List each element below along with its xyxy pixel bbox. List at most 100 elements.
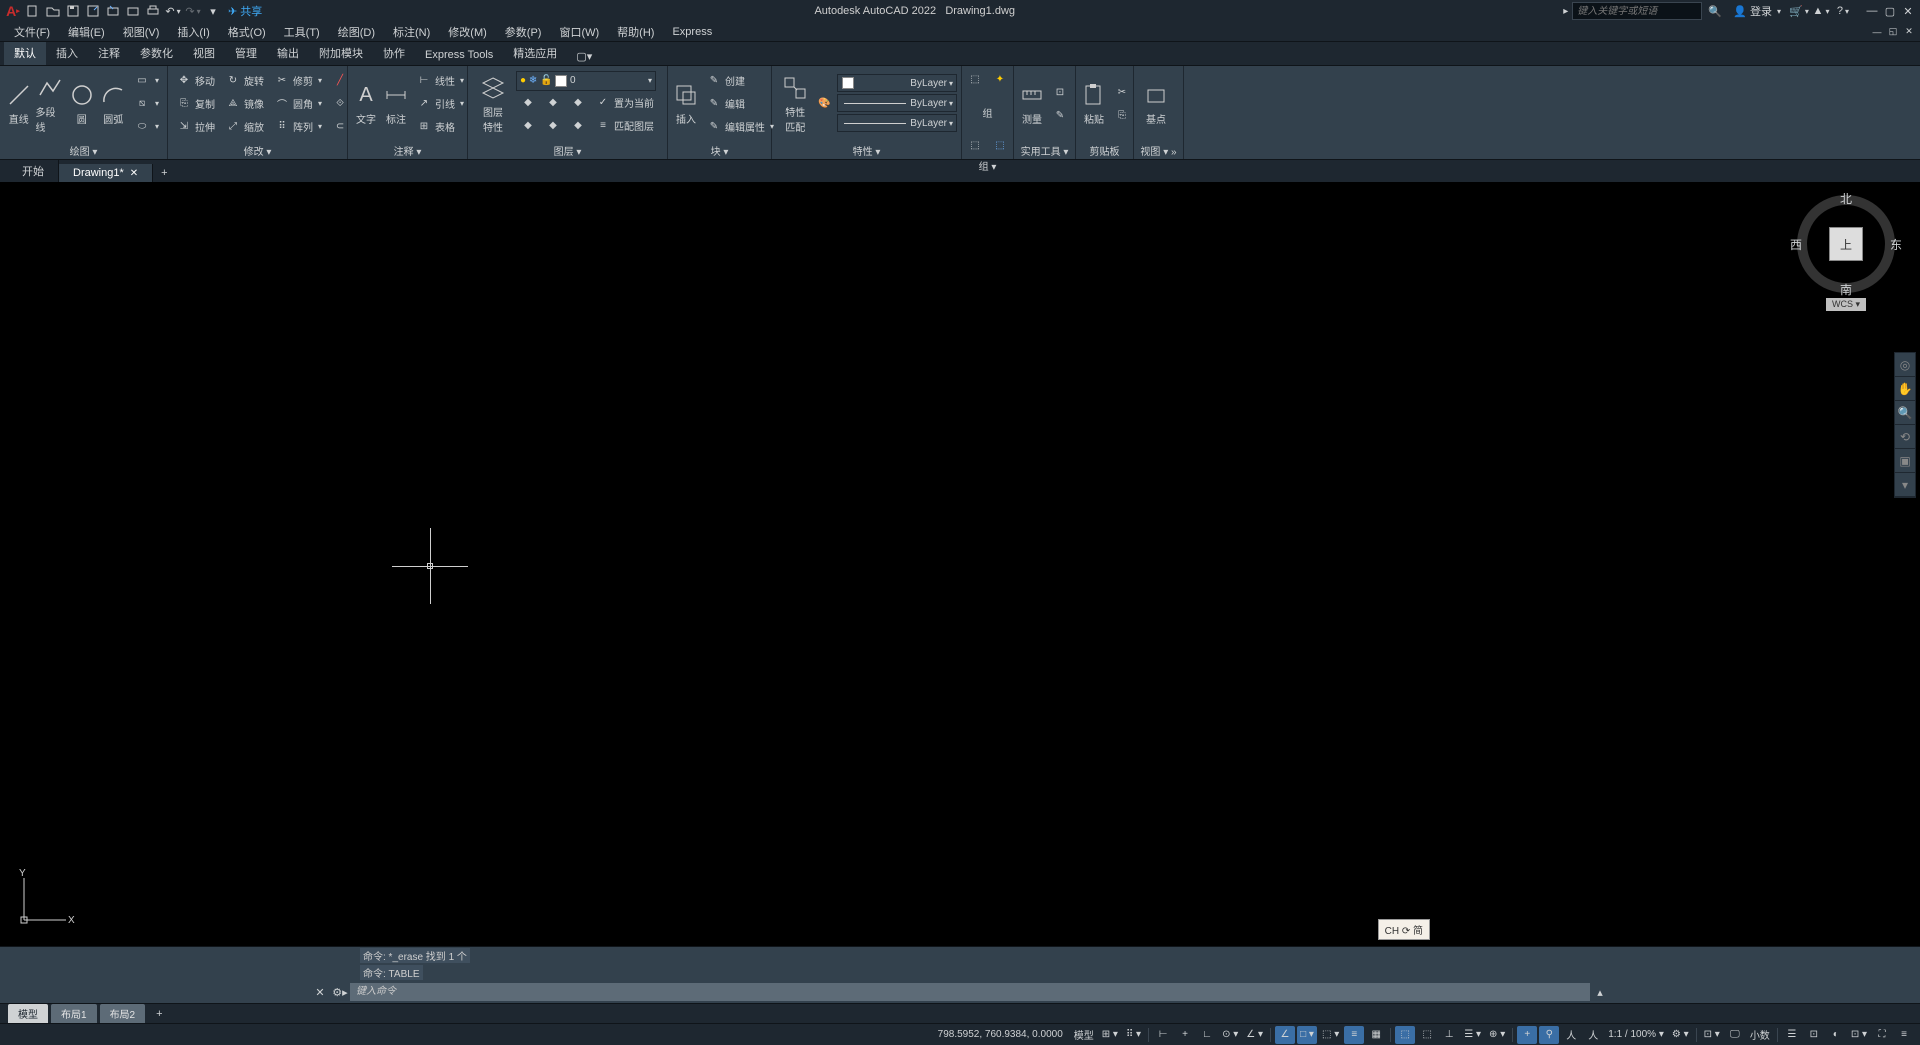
undo-icon[interactable]: ↶▾ xyxy=(164,2,182,20)
viewcube-east[interactable]: 东 xyxy=(1890,236,1902,253)
panel-modify-title[interactable]: 修改 ▾ xyxy=(168,141,347,159)
new-icon[interactable] xyxy=(24,2,42,20)
menu-draw[interactable]: 绘图(D) xyxy=(330,22,383,42)
command-input[interactable] xyxy=(350,983,1590,1001)
ribbon-tab-view[interactable]: 视图 xyxy=(183,41,225,65)
search-icon[interactable]: 🔍 xyxy=(1706,2,1724,20)
view-cube[interactable]: 上 北 南 东 西 WCS ▾ xyxy=(1796,194,1896,311)
status-snap-icon[interactable]: ⠿ ▾ xyxy=(1123,1026,1144,1044)
nav-pan-icon[interactable]: ✋ xyxy=(1895,377,1915,401)
panel-properties-title[interactable]: 特性 ▾ xyxy=(772,141,961,159)
array-button[interactable]: ⠿阵列▾ xyxy=(270,116,326,138)
status-polar-icon[interactable]: ⊙ ▾ xyxy=(1219,1026,1241,1044)
panel-group-title[interactable]: 组 ▾ xyxy=(962,158,1013,173)
layer-tool-1[interactable]: ◆ xyxy=(516,92,540,114)
paste-button[interactable]: 粘贴 xyxy=(1080,70,1108,138)
command-options-button[interactable]: ⚙▸ xyxy=(330,986,350,999)
rectangle-button[interactable]: ▭▾ xyxy=(130,70,163,92)
layer-tool-2[interactable]: ◆ xyxy=(541,92,565,114)
redo-icon[interactable]: ↷▾ xyxy=(184,2,202,20)
web-save-icon[interactable] xyxy=(124,2,142,20)
base-button[interactable]: 基点 xyxy=(1138,70,1174,138)
menu-modify[interactable]: 修改(M) xyxy=(440,22,495,42)
group-tool-4[interactable]: ⬚ xyxy=(988,134,1012,156)
status-gear-icon[interactable]: ⚙ ▾ xyxy=(1669,1026,1692,1044)
ribbon-tab-output[interactable]: 输出 xyxy=(267,41,309,65)
app-logo[interactable]: A▸ xyxy=(4,2,22,20)
print-icon[interactable] xyxy=(144,2,162,20)
rotate-button[interactable]: ↻旋转 xyxy=(221,70,268,92)
status-gizmo-icon[interactable]: ⊕ ▾ xyxy=(1486,1026,1508,1044)
scale-button[interactable]: ⤢缩放 xyxy=(221,116,268,138)
block-create-button[interactable]: ✎创建 xyxy=(702,70,778,92)
layout-tab-model[interactable]: 模型 xyxy=(8,1004,48,1023)
status-transparency-icon[interactable]: ▦ xyxy=(1366,1026,1386,1044)
mdi-restore-button[interactable]: ◱ xyxy=(1886,25,1900,39)
nav-zoom-icon[interactable]: 🔍 xyxy=(1895,401,1915,425)
measure-button[interactable]: 测量 xyxy=(1018,70,1046,138)
layer-properties-button[interactable]: 图层 特性 xyxy=(472,70,514,138)
util-tool-1[interactable]: ⊡ xyxy=(1048,81,1072,103)
login-button[interactable]: 👤登录▾ xyxy=(1728,1,1786,21)
viewcube-top-face[interactable]: 上 xyxy=(1829,227,1863,261)
panel-annotate-title[interactable]: 注释 ▾ xyxy=(348,141,467,159)
linear-dim-button[interactable]: ⊢线性▾ xyxy=(412,70,468,92)
minimize-button[interactable]: — xyxy=(1864,3,1880,19)
nav-show-motion-icon[interactable]: ▣ xyxy=(1895,449,1915,473)
layer-tool-4[interactable]: ◆ xyxy=(516,115,540,137)
status-3dosnap-icon[interactable]: ⬚ ▾ xyxy=(1319,1026,1342,1044)
cut-button[interactable]: ✂ xyxy=(1110,81,1134,103)
group-tool-1[interactable]: ⬚ xyxy=(963,68,987,90)
arc-button[interactable]: 圆弧 xyxy=(99,70,129,138)
panel-utilities-title[interactable]: 实用工具 ▾ xyxy=(1014,141,1075,159)
match-layer-button[interactable]: ≡匹配图层 xyxy=(591,115,658,137)
close-button[interactable]: ✕ xyxy=(1900,3,1916,19)
ribbon-tab-collaborate[interactable]: 协作 xyxy=(373,41,415,65)
status-anno-vis-icon[interactable]: ⚲ xyxy=(1539,1026,1559,1044)
ribbon-tab-manage[interactable]: 管理 xyxy=(225,41,267,65)
menu-express[interactable]: Express xyxy=(664,24,720,40)
ribbon-tab-express[interactable]: Express Tools xyxy=(415,45,503,65)
ribbon-tab-insert[interactable]: 插入 xyxy=(46,41,88,65)
menu-insert[interactable]: 插入(I) xyxy=(169,22,217,42)
ribbon-box-icon[interactable]: ▢▾ xyxy=(575,47,593,65)
viewcube-north[interactable]: 北 xyxy=(1840,190,1852,207)
menu-tools[interactable]: 工具(T) xyxy=(276,22,328,42)
help-icon[interactable]: ?▾ xyxy=(1834,2,1852,20)
status-grid-icon[interactable]: ⊞ ▾ xyxy=(1099,1026,1121,1044)
insert-block-button[interactable]: 插入 xyxy=(672,70,700,138)
tab-close-button[interactable]: ✕ xyxy=(130,168,138,179)
lineweight-combo[interactable]: ByLayer▾ xyxy=(837,94,957,112)
web-open-icon[interactable] xyxy=(104,2,122,20)
text-button[interactable]: A文字 xyxy=(352,70,380,138)
mdi-close-button[interactable]: ✕ xyxy=(1902,25,1916,39)
line-button[interactable]: 直线 xyxy=(4,70,34,138)
status-anno-scale-icon[interactable]: 人 xyxy=(1583,1026,1603,1044)
add-tab-button[interactable]: + xyxy=(153,164,175,182)
status-dyn-input-icon[interactable]: + xyxy=(1175,1026,1195,1044)
app-switcher-icon[interactable]: ▲▾ xyxy=(1812,2,1830,20)
status-lock-ui-icon[interactable]: ⊡ xyxy=(1804,1026,1824,1044)
status-iso-icon[interactable]: ∠ ▾ xyxy=(1243,1026,1266,1044)
panel-clipboard-title[interactable]: 剪贴板 xyxy=(1076,141,1133,159)
saveas-icon[interactable] xyxy=(84,2,102,20)
maximize-button[interactable]: ▢ xyxy=(1882,3,1898,19)
menu-view[interactable]: 视图(V) xyxy=(115,22,168,42)
status-osnap-icon[interactable]: □ ▾ xyxy=(1297,1026,1317,1044)
file-tab-start[interactable]: 开始 xyxy=(8,160,59,182)
util-tool-2[interactable]: ✎ xyxy=(1048,104,1072,126)
command-expand-button[interactable]: ▴ xyxy=(1590,986,1610,999)
status-clean-screen-icon[interactable]: ⛶ xyxy=(1872,1026,1892,1044)
block-attr-button[interactable]: ✎编辑属性▾ xyxy=(702,116,778,138)
panel-draw-title[interactable]: 绘图 ▾ xyxy=(0,141,167,159)
stretch-button[interactable]: ⇲拉伸 xyxy=(172,116,219,138)
make-current-button[interactable]: ✓置为当前 xyxy=(591,92,658,114)
status-workspace-icon[interactable]: ⊡ ▾ xyxy=(1701,1026,1723,1044)
mdi-minimize-button[interactable]: — xyxy=(1870,25,1884,39)
layer-tool-6[interactable]: ◆ xyxy=(566,115,590,137)
menu-format[interactable]: 格式(O) xyxy=(220,22,274,42)
move-button[interactable]: ✥移动 xyxy=(172,70,219,92)
status-ortho-icon[interactable]: ∟ xyxy=(1197,1026,1217,1044)
cart-icon[interactable]: 🛒▾ xyxy=(1790,2,1808,20)
layer-combo[interactable]: ● ❄ 🔓 0▾ xyxy=(516,71,656,91)
